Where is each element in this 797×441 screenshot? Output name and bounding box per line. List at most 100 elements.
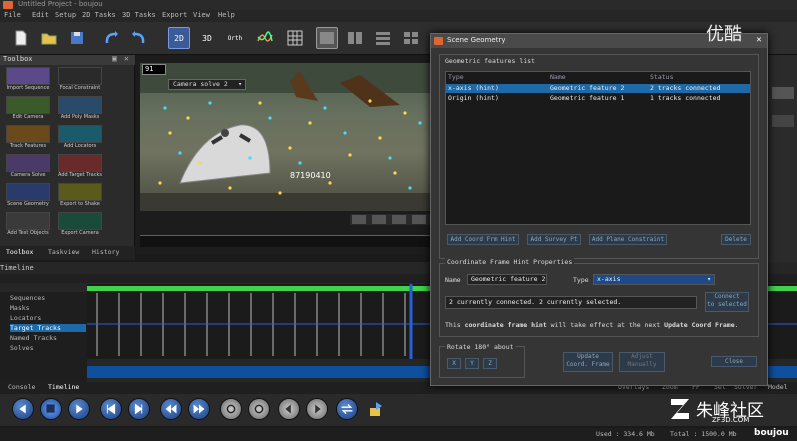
- table-row[interactable]: Origin (hint) Geometric feature 1 1 trac…: [446, 94, 750, 103]
- tree-locators[interactable]: Locators: [10, 314, 41, 322]
- tree-masks[interactable]: Masks: [10, 304, 30, 312]
- tree-sequences[interactable]: Sequences: [10, 294, 45, 302]
- tool-label: Export Camera: [61, 230, 99, 236]
- prev-frame-button[interactable]: [100, 398, 122, 420]
- play-button[interactable]: [68, 398, 90, 420]
- tab-toolbox[interactable]: Toolbox: [6, 248, 33, 256]
- view-ctl-1[interactable]: [352, 215, 366, 224]
- next-frame-button[interactable]: [128, 398, 150, 420]
- export-button[interactable]: [368, 400, 386, 418]
- menu-file[interactable]: File: [4, 11, 21, 19]
- layout-single-button[interactable]: [316, 27, 338, 49]
- redo-button[interactable]: [128, 27, 150, 49]
- tool-import-sequence[interactable]: Import Sequence: [2, 67, 54, 93]
- menu-2d-tasks[interactable]: 2D Tasks: [82, 11, 116, 19]
- menu-edit[interactable]: Edit: [32, 11, 49, 19]
- status-bar: Used : 334.6 Mb Total : 1500.0 Mb: [0, 428, 797, 441]
- add-plane-constraint-button[interactable]: Add Plane Constraint: [589, 234, 667, 245]
- go-start-button[interactable]: [12, 398, 34, 420]
- tool-edit-camera[interactable]: Edit Camera: [2, 96, 54, 122]
- close-icon[interactable]: ✕: [753, 35, 765, 47]
- prev-key-button[interactable]: [278, 398, 300, 420]
- layout-quad-button[interactable]: [400, 27, 422, 49]
- menu-3d-tasks[interactable]: 3D Tasks: [122, 11, 156, 19]
- col-type[interactable]: Type: [448, 73, 464, 81]
- delete-button[interactable]: Delete: [721, 234, 751, 245]
- adjust-manually-button[interactable]: Adjust Manually: [619, 352, 665, 372]
- rotate-y-button[interactable]: Y: [465, 358, 479, 369]
- tool-camera-solve[interactable]: Camera Solve: [2, 154, 54, 180]
- add-survey-point-button[interactable]: Add Survey Pt: [527, 234, 581, 245]
- new-file-button[interactable]: [10, 27, 32, 49]
- undo-button[interactable]: [100, 27, 122, 49]
- tool-focal-constraint[interactable]: Focal Constraint: [54, 67, 106, 93]
- view-ctl-4[interactable]: [412, 215, 426, 224]
- pin-icon[interactable]: ▣: [112, 54, 117, 63]
- table-row[interactable]: x-axis (hint) Geometric feature 2 2 trac…: [446, 84, 750, 93]
- tool-add-poly-masks[interactable]: Add Poly Masks: [54, 96, 106, 122]
- tool-add-test-objects[interactable]: Add Test Objects: [2, 212, 54, 238]
- menu-view[interactable]: View: [193, 11, 210, 19]
- frame-counter[interactable]: 91: [142, 64, 166, 75]
- tab-history[interactable]: History: [92, 248, 119, 256]
- view-ctl-3[interactable]: [392, 215, 406, 224]
- key-forward-button[interactable]: [248, 398, 270, 420]
- layout-split-button[interactable]: [344, 27, 366, 49]
- menu-bar: File Edit Setup 2D Tasks 3D Tasks Export…: [0, 10, 797, 22]
- hint-text: This coordinate frame hint will take eff…: [445, 321, 739, 329]
- tree-target-tracks[interactable]: Target Tracks: [10, 324, 86, 332]
- view-ctl-2[interactable]: [372, 215, 386, 224]
- tool-add-locators[interactable]: Add Locators: [54, 125, 106, 151]
- right-panel-button[interactable]: [772, 87, 794, 99]
- tool-add-target-tracks[interactable]: Add Target Tracks: [54, 154, 106, 180]
- tree-named-tracks[interactable]: Named Tracks: [10, 334, 57, 342]
- right-panel-field[interactable]: [772, 115, 794, 127]
- features-list[interactable]: Type Name Status x-axis (hint) Geometric…: [445, 71, 751, 225]
- next-key-button[interactable]: [306, 398, 328, 420]
- view-2d-button[interactable]: 2D: [168, 27, 190, 49]
- tree-solves[interactable]: Solves: [10, 344, 33, 352]
- frame-ruler[interactable]: [140, 235, 432, 247]
- tool-export-to-shake[interactable]: Export to Shake: [54, 183, 106, 209]
- film-icon: [6, 67, 50, 85]
- tool-track-features[interactable]: Track Features: [2, 125, 54, 151]
- rotate-x-button[interactable]: X: [447, 358, 461, 369]
- viewport[interactable]: 87190410 91 Camera solve 2 ▾: [136, 55, 436, 255]
- new-file-icon: [15, 30, 27, 46]
- stop-button[interactable]: [40, 398, 62, 420]
- col-name[interactable]: Name: [550, 73, 566, 81]
- camera-select[interactable]: Camera solve 2 ▾: [168, 79, 246, 90]
- save-button[interactable]: [66, 27, 88, 49]
- grid-button[interactable]: [284, 27, 306, 49]
- fast-forward-button[interactable]: [188, 398, 210, 420]
- menu-help[interactable]: Help: [218, 11, 235, 19]
- view-3d-button[interactable]: 3D: [196, 27, 218, 49]
- col-status[interactable]: Status: [650, 73, 673, 81]
- tool-scene-geometry[interactable]: Scene Geometry: [2, 183, 54, 209]
- view-orth-button[interactable]: Orth: [224, 27, 246, 49]
- row-type: Origin (hint): [448, 94, 499, 102]
- tab-taskview[interactable]: Taskview: [48, 248, 79, 256]
- menu-export[interactable]: Export: [162, 11, 187, 19]
- tab-console[interactable]: Console: [8, 383, 35, 391]
- tool-export-camera[interactable]: Export Camera: [54, 212, 106, 238]
- open-button[interactable]: [38, 27, 60, 49]
- fast-back-button[interactable]: [160, 398, 182, 420]
- connect-to-selected-button[interactable]: Connect to selected: [705, 292, 749, 312]
- menu-setup[interactable]: Setup: [55, 11, 76, 19]
- curves-button[interactable]: [254, 27, 276, 49]
- loop-button[interactable]: [336, 398, 358, 420]
- layout-rows-button[interactable]: [372, 27, 394, 49]
- update-coord-frame-button[interactable]: Update Coord. Frame: [563, 352, 613, 372]
- camera-edit-icon: [6, 96, 50, 114]
- key-back-button[interactable]: [220, 398, 242, 420]
- add-coord-frame-hint-button[interactable]: Add Coord Frm Hint: [447, 234, 519, 245]
- close-icon[interactable]: ✕: [124, 54, 129, 63]
- tab-timeline[interactable]: Timeline: [48, 383, 79, 391]
- zf3d-logo-icon: [668, 396, 692, 422]
- type-select[interactable]: x-axis ▾: [593, 274, 715, 285]
- close-button[interactable]: Close: [711, 356, 757, 367]
- rotate-z-button[interactable]: Z: [483, 358, 497, 369]
- name-field[interactable]: Geometric feature 2: [467, 274, 547, 285]
- features-group-label: Geometric features list: [445, 57, 536, 65]
